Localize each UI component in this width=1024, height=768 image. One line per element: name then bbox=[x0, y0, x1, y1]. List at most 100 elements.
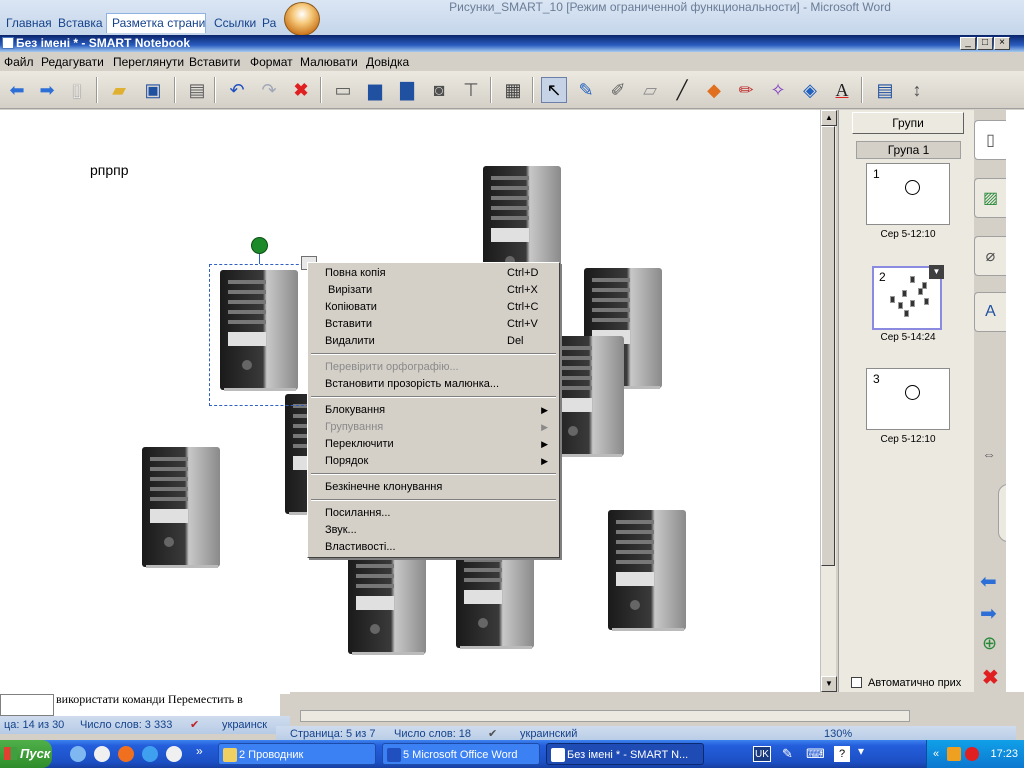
menu-item-spellcheck[interactable]: Перевірити орфографію... bbox=[325, 360, 550, 375]
menu-draw[interactable]: Малювати bbox=[300, 55, 358, 69]
ribbon-tab-insert[interactable]: Вставка bbox=[52, 13, 109, 33]
rotate-handle[interactable] bbox=[251, 237, 268, 254]
tray-app-icon[interactable] bbox=[965, 747, 979, 761]
creative-pen-icon[interactable]: ✐ bbox=[605, 77, 631, 103]
scroll-up-icon[interactable]: ▲ bbox=[821, 110, 837, 126]
checkbox[interactable] bbox=[851, 677, 862, 688]
select-pointer-icon[interactable]: ↖ bbox=[541, 77, 567, 103]
page-sorter-tab-icon[interactable]: ▯ bbox=[974, 120, 1006, 160]
menu-item-transparency[interactable]: Встановити прозорість малюнка... bbox=[325, 377, 550, 392]
menu-insert[interactable]: Вставити bbox=[189, 55, 240, 69]
canvas-text[interactable]: рпрпр bbox=[90, 162, 129, 178]
scroll-track[interactable] bbox=[300, 710, 910, 722]
task-explorer[interactable]: 2 Проводник bbox=[218, 743, 376, 765]
delete-page-icon[interactable]: ✖ bbox=[982, 665, 999, 690]
page-thumbnail-1[interactable]: 1 bbox=[866, 163, 950, 225]
ribbon-tab-home[interactable]: Главная bbox=[0, 13, 58, 33]
tray-app-icon[interactable] bbox=[947, 747, 961, 761]
attachments-tab-icon[interactable]: ⌀ bbox=[974, 236, 1006, 276]
full-screen-icon[interactable]: ▆ bbox=[362, 77, 388, 103]
forward-arrow-icon[interactable]: ➡ bbox=[34, 77, 60, 103]
menu-item-full-copy[interactable]: Повна копія Ctrl+D bbox=[325, 266, 550, 281]
ribbon-tab-references[interactable]: Ссылки bbox=[208, 13, 262, 33]
previous-page-icon[interactable]: ⬅ bbox=[980, 569, 997, 594]
start-button[interactable]: Пуск bbox=[0, 740, 52, 768]
close-button[interactable]: × bbox=[994, 37, 1010, 50]
dual-page-icon[interactable]: ▇ bbox=[394, 77, 420, 103]
undo-icon[interactable]: ↶ bbox=[224, 77, 250, 103]
office-button[interactable] bbox=[284, 2, 320, 36]
menu-item-copy[interactable]: Копіювати Ctrl+C bbox=[325, 300, 550, 315]
quicklaunch-icon[interactable] bbox=[166, 746, 182, 762]
screen-shade-icon[interactable]: ▭ bbox=[330, 77, 356, 103]
status-language[interactable]: украинск bbox=[222, 716, 267, 734]
menu-edit[interactable]: Редагувати bbox=[41, 55, 104, 69]
delete-icon[interactable]: ✖ bbox=[288, 77, 314, 103]
menu-item-sound[interactable]: Звук... bbox=[325, 523, 550, 538]
groups-button[interactable]: Групи bbox=[852, 112, 964, 134]
back-arrow-icon[interactable]: ⬅ bbox=[4, 77, 30, 103]
table-icon[interactable]: ▦ bbox=[500, 77, 526, 103]
redo-icon[interactable]: ↷ bbox=[256, 77, 282, 103]
document-camera-icon[interactable]: ⊤ bbox=[458, 77, 484, 103]
menu-item-paste[interactable]: Вставити Ctrl+V bbox=[325, 317, 550, 332]
add-page-side-icon[interactable]: ⊕ bbox=[982, 633, 997, 654]
tray-arrow-icon[interactable]: ▾ bbox=[858, 744, 864, 758]
computer-image[interactable] bbox=[142, 447, 220, 568]
minimize-button[interactable]: _ bbox=[960, 37, 976, 50]
menu-item-properties[interactable]: Властивості... bbox=[325, 540, 550, 555]
next-page-icon[interactable]: ➡ bbox=[980, 601, 997, 626]
gallery-tab-icon[interactable]: ▨ bbox=[974, 178, 1006, 218]
quicklaunch-overflow-icon[interactable]: » bbox=[196, 744, 203, 758]
tray-expand-icon[interactable]: « bbox=[933, 740, 939, 768]
move-toolbar-icon[interactable]: ↕ bbox=[904, 77, 930, 103]
line-icon[interactable]: ╱ bbox=[669, 77, 695, 103]
properties-icon[interactable]: ▤ bbox=[872, 77, 898, 103]
quicklaunch-icon[interactable] bbox=[118, 746, 134, 762]
tool-icon[interactable]: ✎ bbox=[782, 746, 793, 762]
menu-item-order[interactable]: Порядок ▶ bbox=[325, 454, 550, 469]
menu-item-infinite-cloner[interactable]: Безкінечне клонування bbox=[325, 480, 550, 495]
keyboard-icon[interactable]: ⌨ bbox=[806, 746, 825, 762]
quicklaunch-icon[interactable] bbox=[94, 746, 110, 762]
page-menu-dropdown-icon[interactable]: ▼ bbox=[929, 265, 944, 279]
language-indicator[interactable]: UK bbox=[753, 746, 771, 762]
menu-view[interactable]: Переглянути bbox=[113, 55, 184, 69]
paste-icon[interactable]: ▤ bbox=[184, 77, 210, 103]
menu-format[interactable]: Формат bbox=[250, 55, 293, 69]
scroll-down-icon[interactable]: ▼ bbox=[821, 676, 837, 692]
menu-item-flip[interactable]: Переключити ▶ bbox=[325, 437, 550, 452]
ribbon-tab-page-layout[interactable]: Разметка страниц bbox=[106, 13, 206, 33]
open-folder-icon[interactable]: ▰ bbox=[106, 77, 132, 103]
group-label[interactable]: Група 1 bbox=[856, 141, 961, 159]
menu-file[interactable]: Файл bbox=[4, 55, 34, 69]
eraser-icon[interactable]: ▱ bbox=[637, 77, 663, 103]
resize-panel-icon[interactable]: ⇔ bbox=[982, 446, 996, 462]
menu-item-delete[interactable]: Видалити Del bbox=[325, 334, 550, 349]
text-icon[interactable]: A bbox=[829, 77, 855, 103]
magic-pen-icon[interactable]: ✧ bbox=[765, 77, 791, 103]
page-thumbnail-3[interactable]: 3 bbox=[866, 368, 950, 430]
clock[interactable]: 17:23 bbox=[990, 748, 1018, 760]
capture-icon[interactable]: ◙ bbox=[426, 77, 452, 103]
menu-item-cut[interactable]: Вирізати Ctrl+X bbox=[325, 283, 550, 298]
computer-image[interactable] bbox=[608, 510, 686, 631]
quicklaunch-icon[interactable] bbox=[142, 746, 158, 762]
add-page-icon[interactable]: ▯ bbox=[64, 77, 90, 103]
quicklaunch-icon[interactable] bbox=[70, 746, 86, 762]
menu-help[interactable]: Довідка bbox=[366, 55, 409, 69]
save-icon[interactable]: ▣ bbox=[140, 77, 166, 103]
properties-tab-icon[interactable]: A bbox=[974, 292, 1006, 332]
menu-item-link[interactable]: Посилання... bbox=[325, 506, 550, 521]
ribbon-tab-more[interactable]: Ра bbox=[256, 13, 282, 33]
spellcheck-icon[interactable]: ✔ bbox=[190, 716, 199, 734]
menu-item-grouping[interactable]: Групування ▶ bbox=[325, 420, 550, 435]
scroll-thumb[interactable] bbox=[821, 126, 835, 566]
maximize-button[interactable]: □ bbox=[977, 37, 993, 50]
help-icon[interactable]: ? bbox=[834, 746, 850, 762]
shapes-icon[interactable]: ◆ bbox=[701, 77, 727, 103]
task-word[interactable]: 5 Microsoft Office Word bbox=[382, 743, 540, 765]
menu-item-locking[interactable]: Блокування ▶ bbox=[325, 403, 550, 418]
auto-hide-checkbox[interactable]: Автоматично прих bbox=[851, 677, 961, 689]
shape-recognition-pen-icon[interactable]: ✏ bbox=[733, 77, 759, 103]
